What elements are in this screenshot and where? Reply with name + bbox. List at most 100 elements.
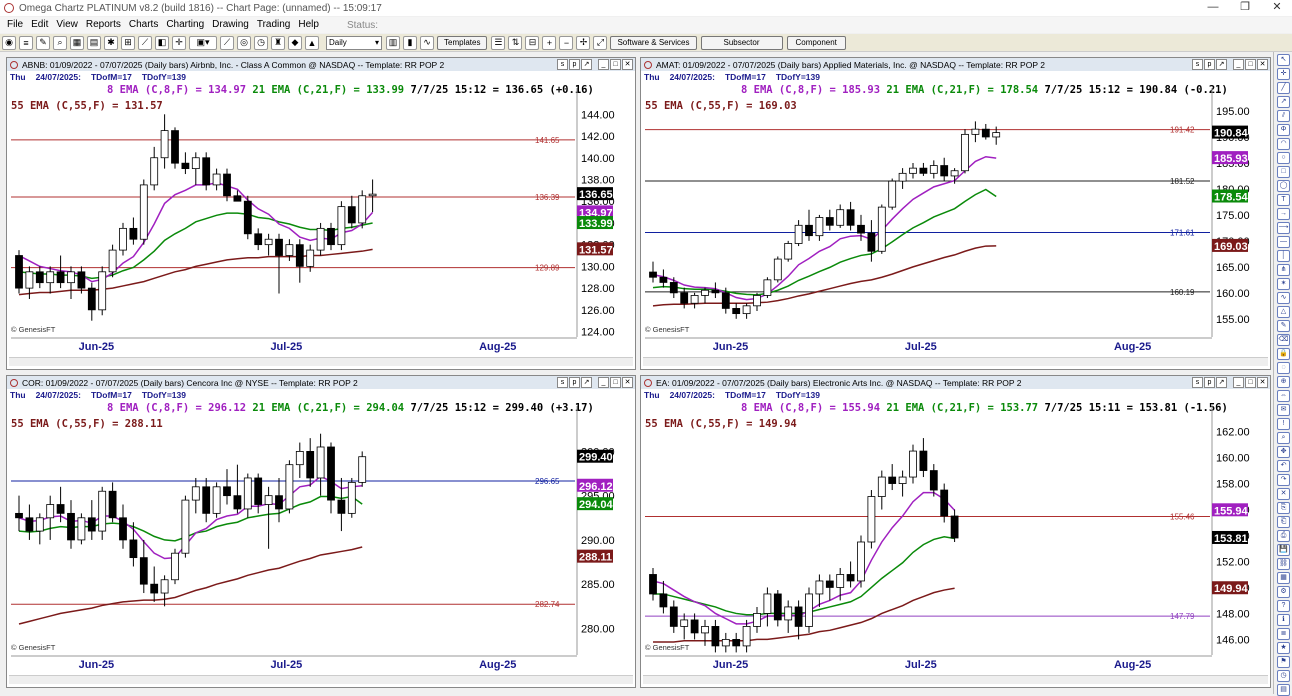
link-icon[interactable]: ↗ (1216, 59, 1227, 70)
chart-icon[interactable]: ▦ (70, 35, 84, 50)
triangle-tool-icon[interactable]: △ (1277, 306, 1290, 318)
help-tool-icon[interactable]: ? (1277, 600, 1290, 612)
s-button[interactable]: s (1192, 59, 1203, 70)
software-services-button[interactable]: Software & Services (610, 35, 697, 50)
layout-icon[interactable]: ◧ (155, 35, 169, 50)
globe-icon[interactable]: ◉ (2, 35, 16, 50)
alert-icon[interactable]: ◆ (288, 35, 302, 50)
database-icon[interactable]: ≡ (19, 35, 33, 50)
maximize-icon[interactable]: □ (610, 377, 621, 388)
bell-icon[interactable]: ▲ (305, 35, 319, 50)
channel-tool-icon[interactable]: ⫽ (1277, 110, 1290, 122)
gann-tool-icon[interactable]: ✶ (1277, 278, 1290, 290)
close-icon[interactable]: ✕ (622, 59, 633, 70)
close-icon[interactable]: ✕ (1257, 59, 1268, 70)
target-icon[interactable]: ◎ (237, 35, 251, 50)
horizontal-scrollbar[interactable] (9, 675, 633, 684)
zoom-in-icon[interactable]: + (542, 35, 557, 50)
pan-icon[interactable]: ✢ (576, 35, 591, 50)
zoom-icon[interactable]: ⌕ (53, 35, 67, 50)
minimize-icon[interactable]: _ (1233, 377, 1244, 388)
p-button[interactable]: p (569, 59, 580, 70)
paste-tool-icon[interactable]: ⎗ (1277, 516, 1290, 528)
cursor-tool-icon[interactable]: ↖ (1277, 54, 1290, 66)
templates-button[interactable]: Templates (437, 35, 488, 50)
subsector-button[interactable]: Subsector (700, 35, 783, 50)
lock-tool-icon[interactable]: 🔒 (1277, 348, 1290, 360)
flag-tool-icon[interactable]: ⚑ (1277, 656, 1290, 668)
minimize-icon[interactable]: _ (598, 59, 609, 70)
calendar-tool-icon[interactable]: ▤ (1277, 684, 1290, 696)
menu-charting[interactable]: Charting (162, 17, 208, 33)
brush-tool-icon[interactable]: ✎ (1277, 320, 1290, 332)
fib-tool-icon[interactable]: Φ (1277, 124, 1290, 136)
expand-icon[interactable]: ⤢ (593, 35, 608, 50)
p-button[interactable]: p (1204, 59, 1215, 70)
minimize-icon[interactable]: _ (1233, 59, 1244, 70)
maximize-icon[interactable]: □ (610, 59, 621, 70)
hide-tool-icon[interactable]: ◌ (1277, 362, 1290, 374)
hline-tool-icon[interactable]: ― (1277, 236, 1290, 248)
alert-tool-icon[interactable]: ! (1277, 418, 1290, 430)
menu-view[interactable]: View (52, 17, 82, 33)
trend-tool-icon[interactable]: ↗ (1277, 96, 1290, 108)
minimize-icon[interactable]: — (1198, 0, 1228, 16)
trophy-icon[interactable]: ♜ (271, 35, 285, 50)
menu-edit[interactable]: Edit (27, 17, 52, 33)
zoom-tool-icon[interactable]: ⌕ (1277, 432, 1290, 444)
star-tool-icon[interactable]: ★ (1277, 642, 1290, 654)
link-icon[interactable]: ↗ (581, 377, 592, 388)
undo-tool-icon[interactable]: ↶ (1277, 460, 1290, 472)
link-tool-icon[interactable]: ⛓ (1277, 558, 1290, 570)
close-icon[interactable]: ✕ (622, 377, 633, 388)
ellipse-tool-icon[interactable]: ◯ (1277, 180, 1290, 192)
s-button[interactable]: s (557, 59, 568, 70)
print-tool-icon[interactable]: ⎙ (1277, 530, 1290, 542)
cycle-tool-icon[interactable]: ∿ (1277, 292, 1290, 304)
link-icon[interactable]: ↗ (1216, 377, 1227, 388)
eraser-tool-icon[interactable]: ⌫ (1277, 334, 1290, 346)
horizontal-scrollbar[interactable] (9, 357, 633, 366)
horizontal-scrollbar[interactable] (643, 675, 1268, 684)
crosshair-icon[interactable]: ✛ (172, 35, 186, 50)
delete-tool-icon[interactable]: ✕ (1277, 488, 1290, 500)
component-button[interactable]: Component (786, 35, 846, 50)
menu-help[interactable]: Help (294, 17, 323, 33)
page-icon[interactable]: ▣▾ (189, 35, 217, 50)
p-button[interactable]: p (1204, 377, 1215, 388)
measure-tool-icon[interactable]: ⇔ (1277, 390, 1290, 402)
tools-icon[interactable]: ✱ (104, 35, 118, 50)
magnet-tool-icon[interactable]: ⊕ (1277, 376, 1290, 388)
pencil-icon[interactable]: ✎ (36, 35, 50, 50)
clock-icon[interactable]: ◷ (254, 35, 268, 50)
crosshair-tool-icon[interactable]: ✛ (1277, 68, 1290, 80)
draw-icon[interactable]: ⟋ (220, 35, 234, 50)
settings-tool-icon[interactable]: ⚙ (1277, 586, 1290, 598)
s-button[interactable]: s (557, 377, 568, 388)
ruler-icon[interactable]: ⟋ (138, 35, 152, 50)
sort-icon[interactable]: ⇅ (508, 35, 523, 50)
period-select[interactable]: Daily (326, 35, 382, 50)
arc-tool-icon[interactable]: ◠ (1277, 138, 1290, 150)
copy-tool-icon[interactable]: ⎘ (1277, 502, 1290, 514)
layers-tool-icon[interactable]: ≣ (1277, 628, 1290, 640)
save-tool-icon[interactable]: 💾 (1277, 544, 1290, 556)
candle-chart-icon[interactable]: ▮ (403, 35, 417, 50)
pitch-tool-icon[interactable]: ⋔ (1277, 264, 1290, 276)
pan-tool-icon[interactable]: ✥ (1277, 446, 1290, 458)
maximize-icon[interactable]: □ (1245, 59, 1256, 70)
p-button[interactable]: p (569, 377, 580, 388)
clipboard-icon[interactable]: ▤ (87, 35, 101, 50)
link-icon[interactable]: ↗ (581, 59, 592, 70)
arrow-tool-icon[interactable]: → (1277, 208, 1290, 220)
horizontal-scrollbar[interactable] (643, 357, 1268, 366)
menu-drawing[interactable]: Drawing (208, 17, 253, 33)
minimize-icon[interactable]: _ (598, 377, 609, 388)
menu-reports[interactable]: Reports (82, 17, 125, 33)
vline-tool-icon[interactable]: │ (1277, 250, 1290, 262)
redo-tool-icon[interactable]: ↷ (1277, 474, 1290, 486)
filter-icon[interactable]: ⊟ (525, 35, 540, 50)
line-chart-icon[interactable]: ∿ (420, 35, 434, 50)
close-icon[interactable]: ✕ (1257, 377, 1268, 388)
text-tool-icon[interactable]: T (1277, 194, 1290, 206)
